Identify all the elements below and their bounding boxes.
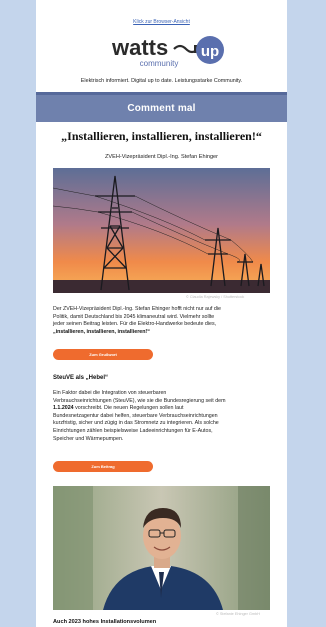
- article-headline: „Installieren, installieren, installiere…: [61, 129, 262, 143]
- browser-view-link[interactable]: Klick zur Browser-Ansicht: [36, 19, 287, 25]
- intro-paragraph: Der ZVEH-Vizepräsident Dipl.-Ing. Stefan…: [53, 306, 271, 336]
- body-line: kurzfristig, sicher und zügig in das Str…: [53, 420, 219, 427]
- watts-up-logo: watts up community: [111, 35, 224, 68]
- power-lines-photo: [53, 168, 270, 293]
- banner-title: Comment mal: [127, 103, 196, 114]
- body-date: 1.1.2024: [53, 405, 74, 412]
- article-button[interactable]: Zum Beitrag: [53, 461, 153, 472]
- logo-text-community: community: [140, 59, 179, 68]
- comment-banner: Comment mal: [36, 92, 287, 122]
- logo-text-watts: watts: [111, 35, 168, 60]
- body-line: Einrichtungen zählen beispielsweise Lade…: [53, 427, 213, 434]
- tagline: Elektrisch informiert. Digital up to dat…: [80, 78, 243, 84]
- intro-line: Der ZVEH-Vizepräsident Dipl.-Ing. Stefan…: [53, 306, 221, 312]
- newsletter-card: Klick zur Browser-Ansicht watts up commu…: [36, 0, 287, 627]
- article-subline: ZVEH-Vizepräsident Dipl.-Ing. Stefan Ehi…: [104, 154, 219, 160]
- section-title: SteuVE als „Hebel“: [53, 375, 109, 381]
- body-line-rest: vorschreibt. Die neuen Regelungen sollen…: [73, 405, 184, 412]
- intro-bold-quote: „installieren, installieren, installiere…: [53, 328, 150, 335]
- body-line: Speicher und Wärmepumpen.: [53, 435, 124, 442]
- next-article-heading: Auch 2023 hohes Installationsvolumen: [53, 619, 157, 625]
- body-paragraph: Ein Faktor dabei die Integration von ste…: [53, 390, 271, 443]
- portrait-photo: [53, 486, 270, 610]
- body-line: Ein Faktor dabei die Integration von ste…: [53, 390, 167, 396]
- body-line: 1.1.2024 vorschreibt. Die neuen Regelung…: [53, 405, 271, 413]
- photo2-credit: © Stefanie Ehinger GmbH: [216, 612, 260, 616]
- photo1-credit: © Claudia Rajewsky / Shutterstock: [186, 295, 245, 299]
- intro-line: Politik, damit Deutschland bis 2045 klim…: [53, 313, 215, 320]
- body-line: Bundesnetzagentur dabei helfen, steuerba…: [53, 412, 218, 419]
- greeting-button[interactable]: Zum Grußwort: [53, 349, 153, 360]
- intro-line: jeder seinen Beitrag leisten. Für die El…: [53, 321, 217, 328]
- body-line: Verbrauchseinrichtungen (SteuVE), wie si…: [53, 397, 226, 404]
- logo-text-up: up: [201, 43, 219, 60]
